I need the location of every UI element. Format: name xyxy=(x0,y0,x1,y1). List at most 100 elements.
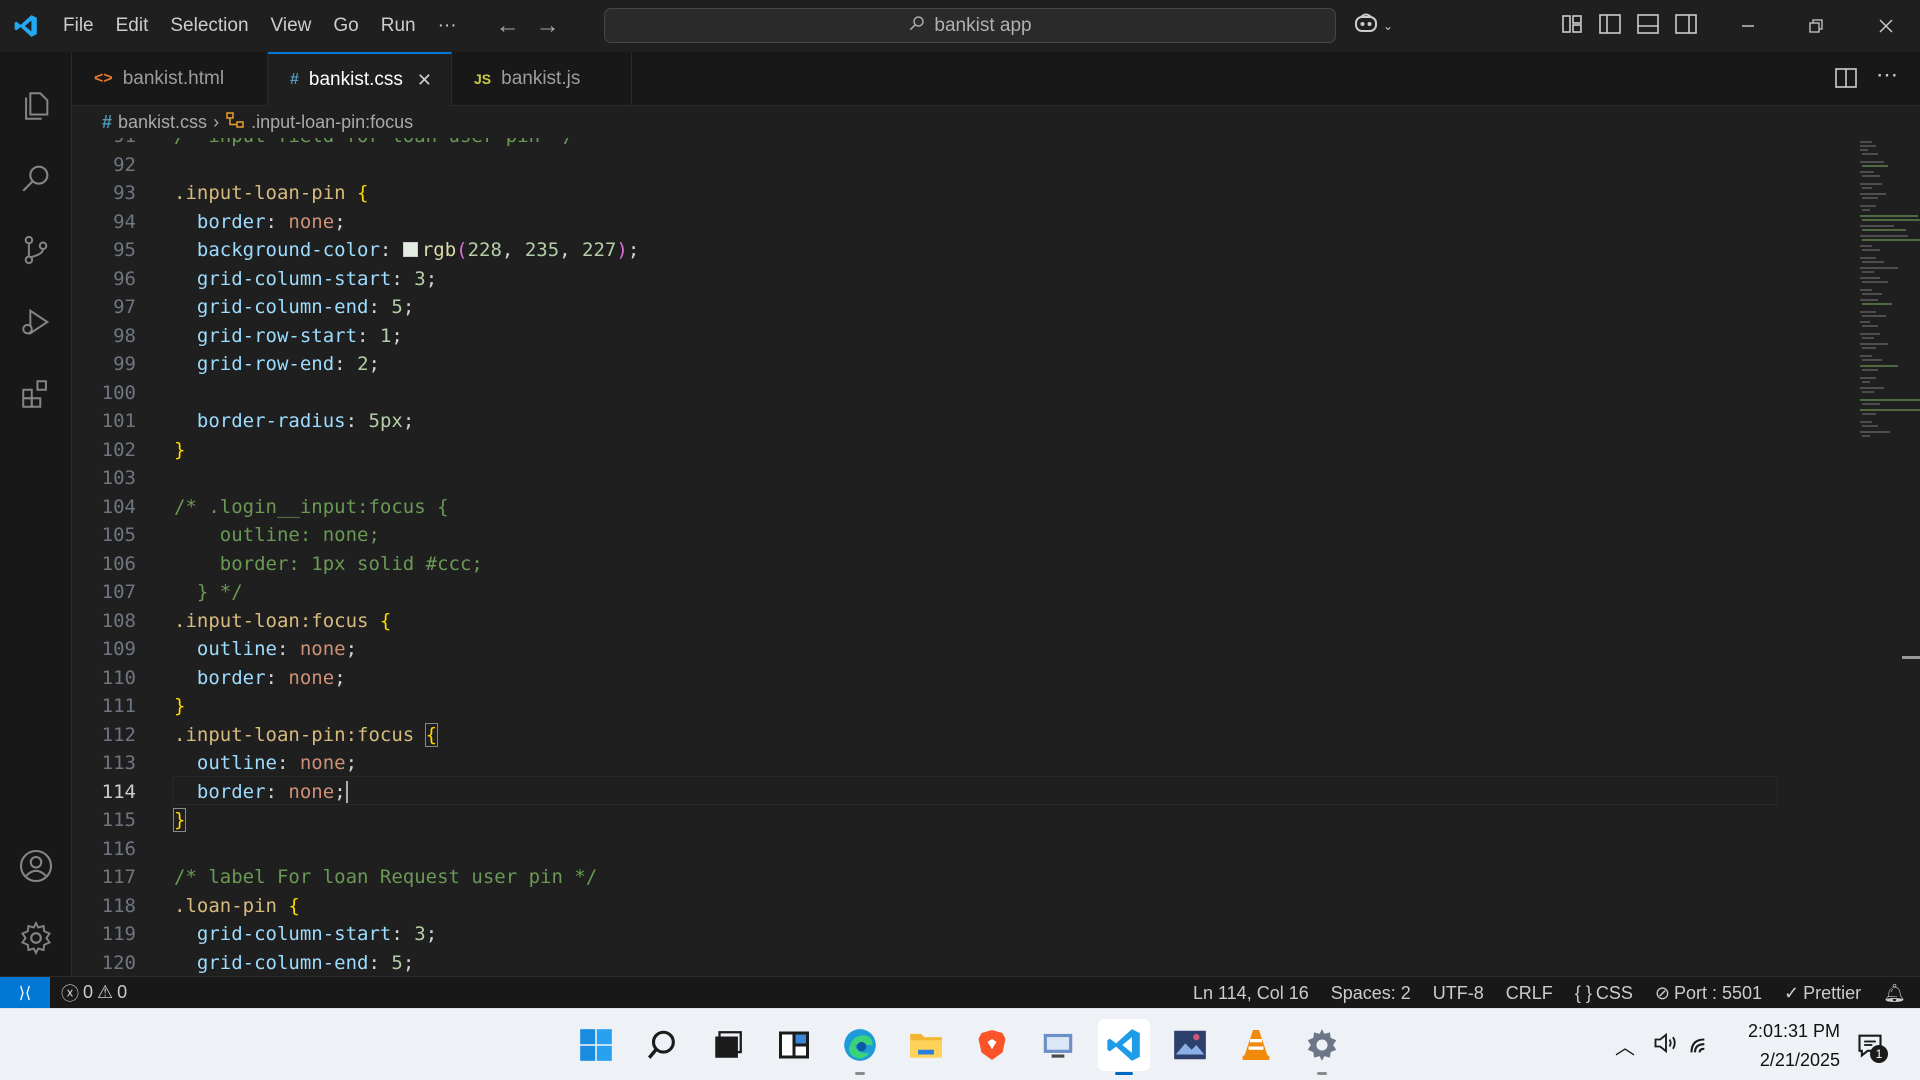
code-line: 117/* label For loan Request user pin */ xyxy=(101,866,598,888)
brave-browser-icon[interactable] xyxy=(966,1019,1018,1071)
code-line: 112 .input-loan-pin:focus { xyxy=(101,722,439,747)
tab-bankist-html[interactable]: <> bankist.html xyxy=(72,52,268,106)
code-line: 110 border: none; xyxy=(101,666,346,689)
menu-file[interactable]: File xyxy=(52,6,105,46)
menu-more[interactable]: ··· xyxy=(427,6,468,46)
tab-bankist-js[interactable]: JS bankist.js xyxy=(452,52,632,106)
widgets-icon[interactable] xyxy=(768,1019,820,1071)
wifi-icon[interactable] xyxy=(1688,1029,1716,1062)
toggle-secondary-sidebar-icon[interactable] xyxy=(1674,12,1698,41)
code-line: 113 outline: none; xyxy=(101,752,358,774)
prettier-status[interactable]: ✓ Prettier xyxy=(1773,983,1872,1004)
close-icon[interactable] xyxy=(1852,0,1920,52)
vscode-logo-icon xyxy=(0,0,52,52)
system-clock[interactable]: 2:01:31 PM 2/21/2025 xyxy=(1730,1017,1840,1075)
layout-controls xyxy=(1560,12,1698,41)
settings-gear-icon[interactable] xyxy=(1296,1019,1348,1075)
remote-icon: ⟩⟨ xyxy=(18,984,32,1002)
menu-run[interactable]: Run xyxy=(370,6,427,46)
menu-edit[interactable]: Edit xyxy=(105,6,160,46)
problems-indicator[interactable]: ⓧ 0 ⚠ 0 xyxy=(50,980,138,1006)
code-line: 97 grid-column-end: 5; xyxy=(113,296,415,318)
photos-app-icon[interactable] xyxy=(1164,1019,1216,1071)
remote-indicator[interactable]: ⟩⟨ xyxy=(0,976,50,1009)
line-ending[interactable]: CRLF xyxy=(1495,983,1564,1004)
breadcrumb-file[interactable]: bankist.css xyxy=(118,112,207,133)
accounts-icon[interactable] xyxy=(0,830,72,902)
bell-icon[interactable]: 🔔︎ xyxy=(1872,983,1920,1004)
menu-selection[interactable]: Selection xyxy=(159,6,259,46)
chevron-up-icon[interactable]: ︿ xyxy=(1615,1031,1635,1060)
windows-taskbar: ︿ 2:01:31 PM 2/21/2025 1 xyxy=(0,1008,1920,1080)
search-icon[interactable] xyxy=(636,1019,688,1071)
tab-close-icon[interactable]: ✕ xyxy=(417,70,432,91)
vlc-icon[interactable] xyxy=(1230,1019,1282,1071)
color-swatch[interactable] xyxy=(402,242,418,257)
vscode-taskbar-icon[interactable] xyxy=(1098,1019,1150,1075)
customize-layout-icon[interactable] xyxy=(1560,12,1584,41)
indentation[interactable]: Spaces: 2 xyxy=(1320,983,1422,1004)
gear-icon[interactable] xyxy=(0,902,72,974)
extensions-icon[interactable] xyxy=(0,358,72,430)
toggle-panel-icon[interactable] xyxy=(1636,12,1660,41)
activity-bar xyxy=(0,52,72,976)
code-line: 118 .loan-pin { xyxy=(101,894,300,917)
back-arrow-icon[interactable]: ← xyxy=(488,12,528,40)
code-line: 119 grid-column-start: 3; xyxy=(101,923,438,945)
code-line: 96 grid-column-start: 3; xyxy=(113,267,438,290)
copilot-button[interactable]: ⌄ xyxy=(1353,12,1393,39)
prettier-label: Prettier xyxy=(1803,982,1862,1003)
file-explorer-icon[interactable] xyxy=(900,1019,952,1071)
encoding[interactable]: UTF-8 xyxy=(1422,983,1495,1004)
menu-view[interactable]: View xyxy=(260,6,323,46)
breadcrumb-symbol[interactable]: .input-loan-pin:focus xyxy=(251,112,413,133)
notification-badge: 1 xyxy=(1870,1045,1888,1063)
explorer-icon[interactable] xyxy=(0,70,72,142)
tab-label: bankist.html xyxy=(122,68,225,89)
source-control-icon[interactable] xyxy=(0,214,72,286)
editor-tabs: <> bankist.html # bankist.css ✕ JS banki… xyxy=(72,52,1920,106)
split-editor-icon[interactable] xyxy=(1834,66,1858,95)
code-line: 105 outline: none; xyxy=(101,524,380,546)
search-icon[interactable] xyxy=(0,142,72,214)
windows-start-icon[interactable] xyxy=(570,1019,622,1071)
more-actions-icon[interactable]: ⋯ xyxy=(1876,62,1898,88)
no-entry-icon: ⊘ xyxy=(1654,982,1670,1003)
menu-go[interactable]: Go xyxy=(322,6,369,46)
code-line: 108 .input-loan:focus { xyxy=(101,609,392,632)
edge-browser-icon[interactable] xyxy=(834,1019,886,1075)
scrollbar-thumb[interactable] xyxy=(1902,656,1920,659)
notification-center-icon[interactable]: 1 xyxy=(1856,1031,1888,1064)
code-line: 101 border-radius: 5px; xyxy=(101,410,415,432)
breadcrumb: # bankist.css › .input-loan-pin:focus xyxy=(72,106,1920,138)
copilot-icon xyxy=(1353,12,1379,39)
command-center-search[interactable]: bankist app xyxy=(604,8,1336,43)
code-line: 115} xyxy=(101,808,187,832)
html-file-icon: <> xyxy=(94,70,113,87)
live-server-port[interactable]: ⊘ Port : 5501 xyxy=(1644,983,1773,1004)
language-mode[interactable]: { } CSS xyxy=(1564,983,1644,1004)
title-bar: File Edit Selection View Go Run ··· ← → … xyxy=(0,0,1920,52)
clock-time: 2:01:31 PM xyxy=(1747,1021,1840,1041)
code-line: 98 grid-row-start: 1; xyxy=(113,324,403,347)
error-icon: ⓧ xyxy=(61,983,79,1004)
remote-desktop-icon[interactable] xyxy=(1032,1019,1084,1071)
code-line: 114 border: none; xyxy=(101,780,348,803)
status-bar: ⟩⟨ ⓧ 0 ⚠ 0 Ln 114, Col 16 Spaces: 2 UTF-8 … xyxy=(0,976,1920,1009)
toggle-primary-sidebar-icon[interactable] xyxy=(1598,12,1622,41)
run-debug-icon[interactable] xyxy=(0,286,72,358)
speaker-icon[interactable] xyxy=(1652,1029,1680,1062)
code-line: 100 xyxy=(101,381,136,404)
tab-bankist-css[interactable]: # bankist.css ✕ xyxy=(268,52,452,106)
forward-arrow-icon[interactable]: → xyxy=(528,12,568,40)
minimap[interactable] xyxy=(1858,138,1920,468)
task-view-icon[interactable] xyxy=(702,1019,754,1071)
restore-icon[interactable] xyxy=(1782,0,1850,52)
braces-icon: { } xyxy=(1574,982,1592,1003)
cursor-position[interactable]: Ln 114, Col 16 xyxy=(1182,983,1320,1004)
code-editor[interactable]: 91/* input field for loan user pin */ 92… xyxy=(72,138,1920,976)
error-count: 0 xyxy=(83,982,94,1002)
code-line: 102} xyxy=(101,438,186,461)
code-line: /* input field for loan user pin */ xyxy=(174,138,574,151)
minimize-icon[interactable] xyxy=(1714,0,1782,52)
